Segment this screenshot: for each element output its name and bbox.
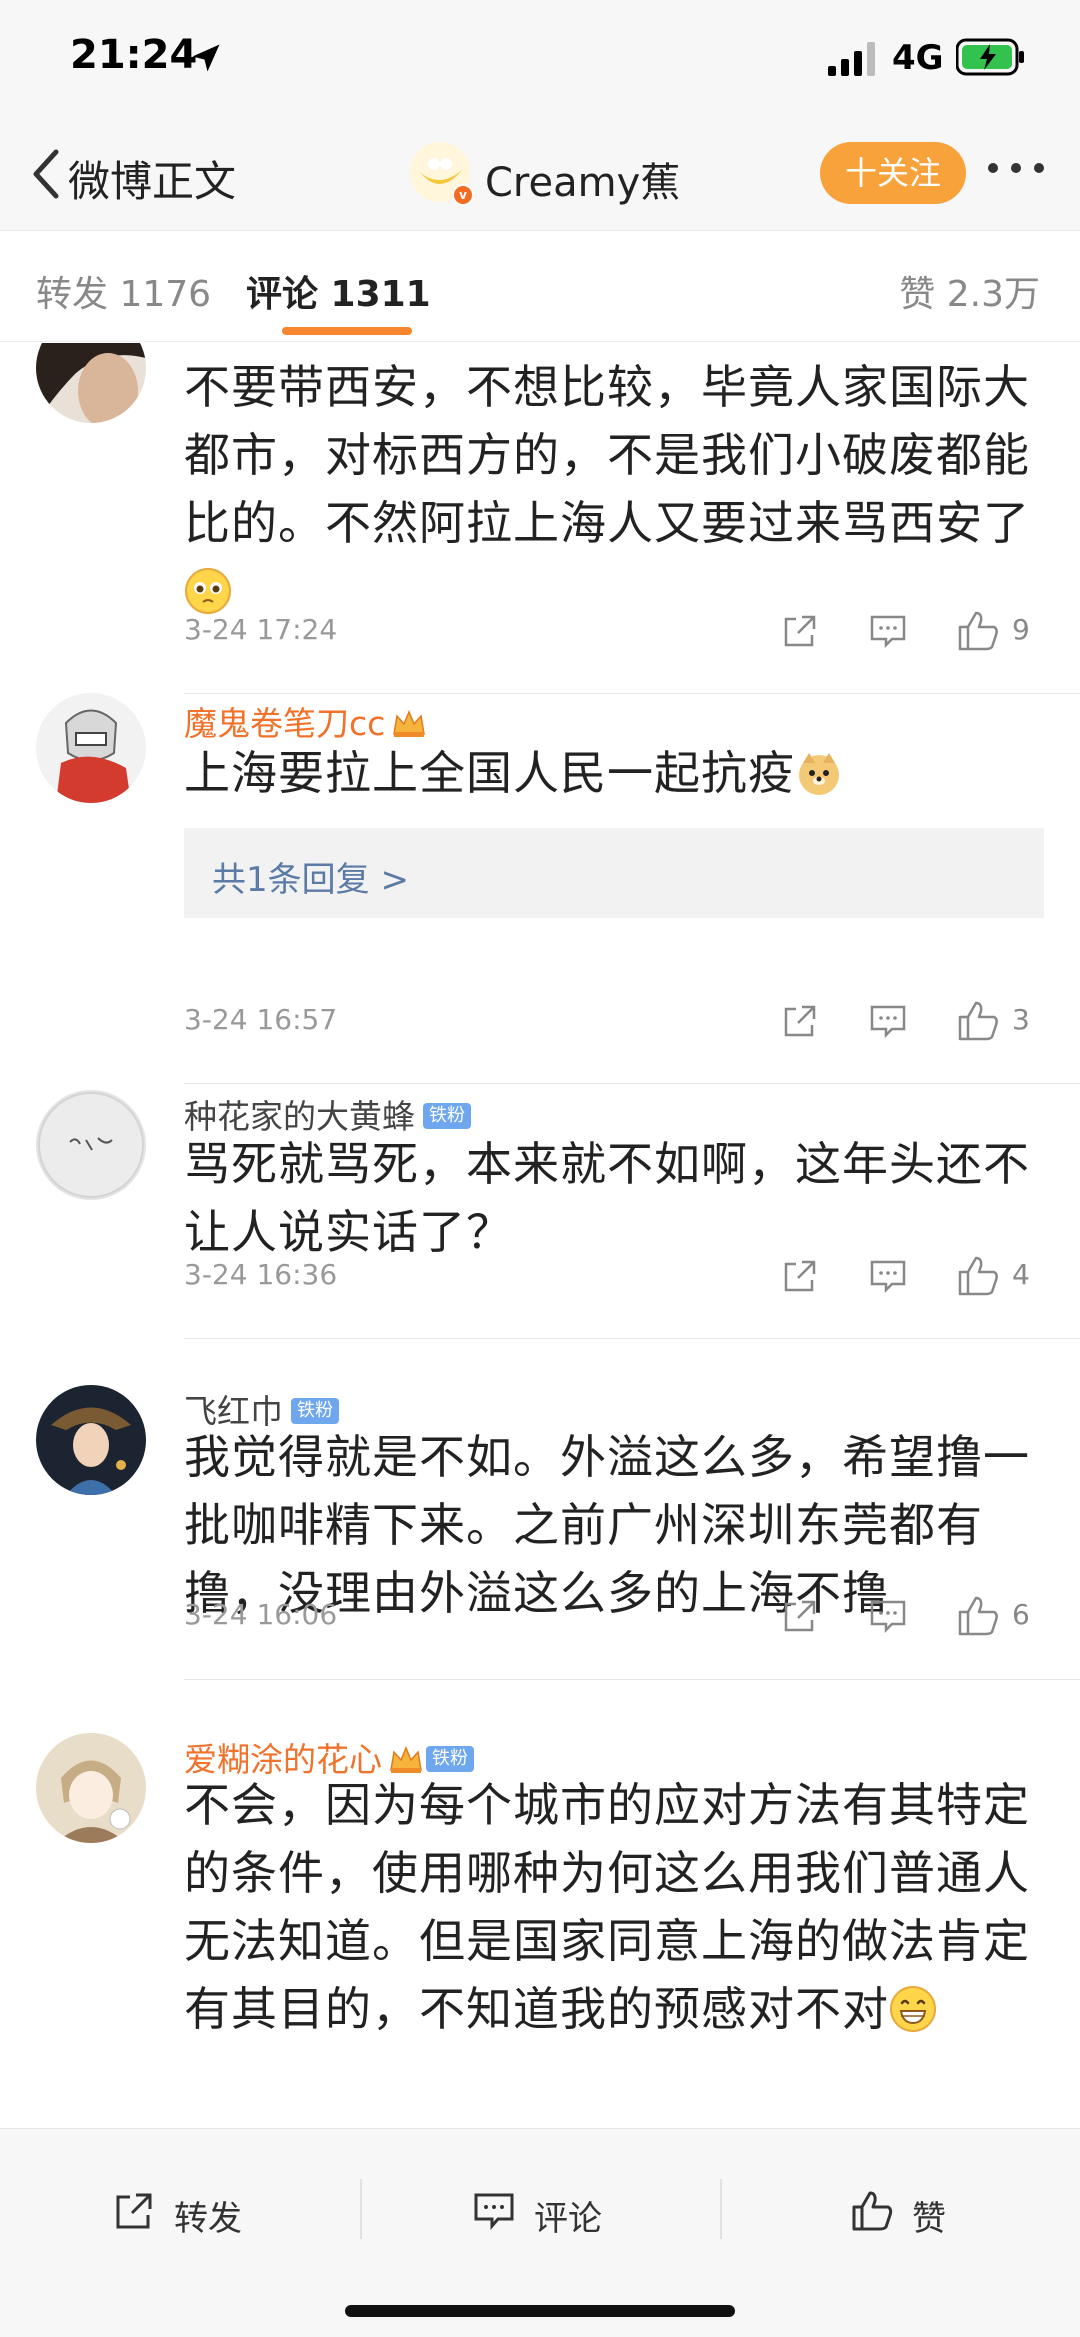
comment-actions: 4 [770,1256,1050,1300]
bottom-comment-button[interactable]: 评论 [472,2187,632,2239]
home-indicator [345,2305,735,2317]
location-arrow-icon [192,44,220,72]
comment-actions: 6 [770,1596,1050,1640]
comment-icon[interactable] [868,611,908,651]
separator [720,2179,722,2239]
comment-text: 骂死就骂死，本来就不如啊，这年头还不让人说实话了？ [184,1130,1054,1266]
battery-charging-icon [956,38,1024,76]
tab-like[interactable]: 赞 2.3万 [899,265,1040,317]
comment-text: 上海要拉上全国人民一起抗疫 [184,739,1054,807]
share-icon[interactable] [780,1256,820,1296]
comment-text-content: 骂死就骂死，本来就不如啊，这年头还不让人说实话了？ [184,1137,1030,1259]
bottom-repost-label: 转发 [174,2199,242,2239]
follow-button[interactable]: 十关注 [820,142,966,204]
tab-bar: 转发 1176 评论 1311 赞 2.3万 [0,230,1080,342]
signal-icon [828,42,875,76]
comment-text: 不要带西安，不想比较，毕竟人家国际大都市，对标西方的，不是我们小破废都能比的。不… [184,353,1054,625]
active-tab-indicator [282,327,412,335]
share-icon[interactable] [780,1596,820,1636]
fan-badge: 铁粉 [291,1397,339,1424]
comment-divider [184,1338,1080,1339]
comment-text-content: 上海要拉上全国人民一起抗疫 [184,746,795,800]
comment-divider [184,1083,1080,1084]
comment-avatar[interactable] [36,693,146,803]
reply-summary-box[interactable]: 共1条回复 > [184,828,1044,918]
bottom-like-button[interactable]: 赞 [850,2187,970,2239]
comment-icon[interactable] [868,1001,908,1041]
like-count: 6 [1012,1598,1030,1631]
share-icon[interactable] [780,1001,820,1041]
comment-username[interactable]: 魔鬼卷笔刀cc [184,697,427,745]
bottom-comment-label: 评论 [534,2199,602,2239]
comment-divider [184,693,1080,694]
comment-username-text: 魔鬼卷笔刀cc [184,704,386,743]
fan-badge: 铁粉 [426,1745,474,1772]
comment-date: 3-24 16:36 [184,1258,338,1291]
comment-avatar[interactable] [36,1090,146,1200]
verified-badge-icon: v [452,184,474,206]
like-count: 9 [1012,613,1030,646]
status-time: 21:24 [70,32,198,78]
tab-comment[interactable]: 评论 1311 [246,265,431,317]
comment-actions: 9 [770,611,1050,655]
author-username[interactable]: Creamy蕉 [485,150,680,208]
comment-text: 不会，因为每个城市的应对方法有其特定的条件，使用哪种为何这么用我们普通人无法知道… [184,1771,1054,2043]
like-icon[interactable] [956,999,1000,1043]
comment-text-content: 不要带西安，不想比较，毕竟人家国际大都市，对标西方的，不是我们小破废都能比的。不… [184,360,1030,550]
comment-icon [474,2193,514,2231]
crown-badge-icon [390,1745,422,1773]
share-icon [116,2193,152,2229]
network-type: 4G [892,38,944,78]
more-options-icon[interactable] [985,158,1047,178]
comment-avatar[interactable] [36,1385,146,1495]
comment-date: 3-24 17:24 [184,613,338,646]
comment-list: 不要带西安，不想比较，毕竟人家国际大都市，对标西方的，不是我们小破废都能比的。不… [0,343,1080,2128]
like-icon[interactable] [956,609,1000,653]
reply-summary-link[interactable]: 共1条回复 > [212,852,409,901]
fan-badge: 铁粉 [423,1102,471,1129]
like-icon[interactable] [956,1254,1000,1298]
crown-badge-icon [393,709,426,737]
share-icon[interactable] [780,611,820,651]
bottom-repost-button[interactable]: 转发 [112,2187,272,2239]
status-bar: 21:24 4G [0,0,1080,120]
comment-text-content: 我觉得就是不如。外溢这么多，希望撸一批咖啡精下来。之前广州深圳东莞都有撸，没理由… [184,1430,1030,1620]
grinning-face-emoji-icon [890,1985,936,2032]
page-title[interactable]: 微博正文 [68,148,236,209]
bottom-action-bar: 转发 评论 赞 [0,2128,1080,2337]
comment-avatar[interactable] [36,343,146,423]
comment-divider [184,1679,1080,1680]
comment-icon[interactable] [868,1596,908,1636]
doge-emoji-icon [799,752,839,795]
separator [360,2179,362,2239]
like-count: 3 [1012,1003,1030,1036]
like-icon[interactable] [956,1594,1000,1638]
back-chevron-icon[interactable] [28,144,64,204]
comment-icon[interactable] [868,1256,908,1296]
comment-date: 3-24 16:57 [184,1003,338,1036]
like-count: 4 [1012,1258,1030,1291]
nav-bar: 微博正文 v Creamy蕉 十关注 [0,120,1080,230]
pleading-face-emoji-icon [185,567,231,614]
bottom-like-label: 赞 [912,2199,946,2239]
like-icon [852,2191,893,2231]
tab-repost[interactable]: 转发 1176 [36,265,211,317]
comment-actions: 3 [770,1001,1050,1045]
comment-date: 3-24 16:06 [184,1598,338,1631]
comment-avatar[interactable] [36,1733,146,1843]
